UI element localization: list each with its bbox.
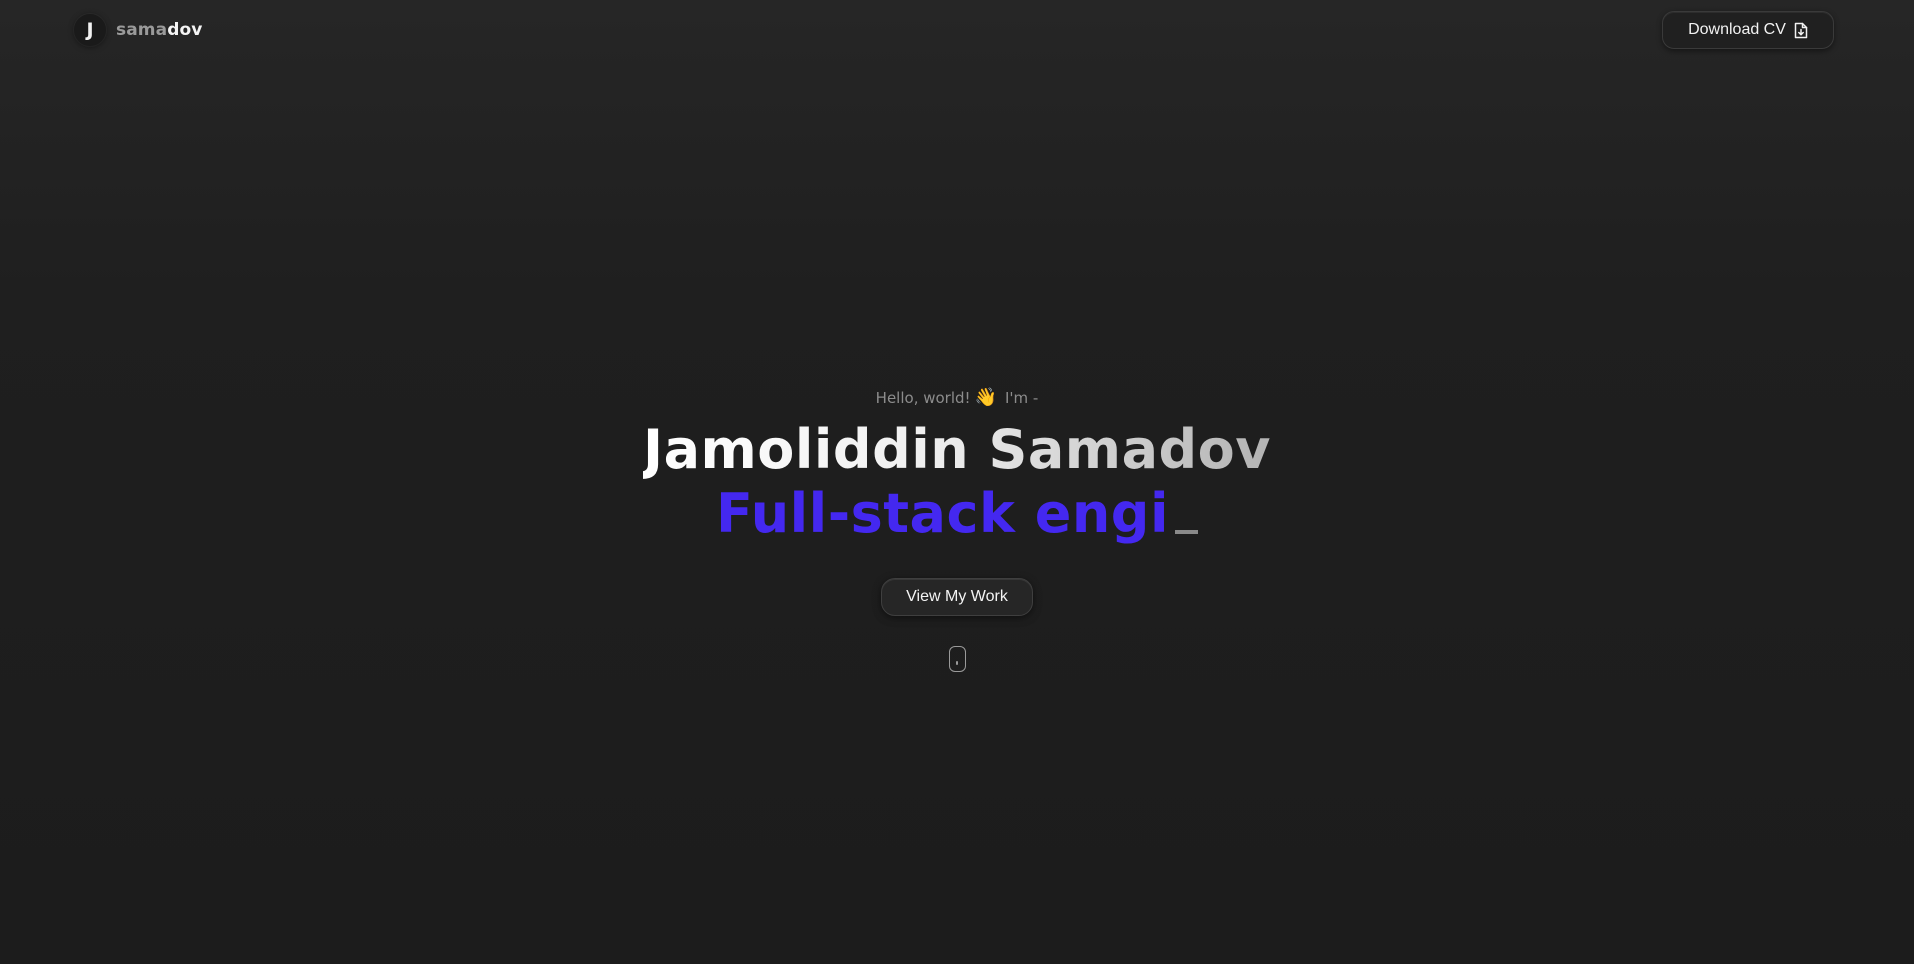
hero-name: Jamoliddin Samadov — [643, 418, 1271, 481]
role-line: Full-stack engi — [0, 482, 1914, 546]
site-header: J samadov Download CV — [0, 0, 1914, 60]
brand-logo-avatar: J — [74, 14, 106, 46]
typing-cursor — [1174, 530, 1198, 534]
brand-name-part1: sama — [116, 20, 168, 40]
page: J samadov Download CV Hello, world! 👋 I'… — [0, 0, 1914, 964]
brand-name-part2: dov — [167, 20, 203, 40]
scroll-indicator-wrapper — [0, 646, 1914, 672]
hero-section: Hello, world! 👋 I'm - Jamoliddin Samadov… — [0, 384, 1914, 672]
view-my-work-button[interactable]: View My Work — [881, 578, 1033, 616]
cta-wrapper: View My Work — [0, 578, 1914, 616]
scroll-mouse-icon[interactable] — [948, 646, 966, 672]
greeting-line: Hello, world! 👋 I'm - — [0, 384, 1914, 412]
file-download-icon — [1794, 22, 1808, 39]
download-cv-label: Download CV — [1688, 21, 1786, 38]
download-cv-button[interactable]: Download CV — [1662, 11, 1834, 49]
brand-name: samadov — [116, 20, 202, 40]
brand-home-link[interactable]: J samadov — [74, 14, 202, 46]
scroll-wheel-dot — [956, 661, 958, 665]
greeting-suffix: I'm - — [1004, 389, 1039, 407]
greeting-text: Hello, world! — [875, 389, 971, 407]
waving-hand-icon: 👋 — [974, 387, 997, 408]
typed-role-text: Full-stack engi — [716, 482, 1169, 545]
